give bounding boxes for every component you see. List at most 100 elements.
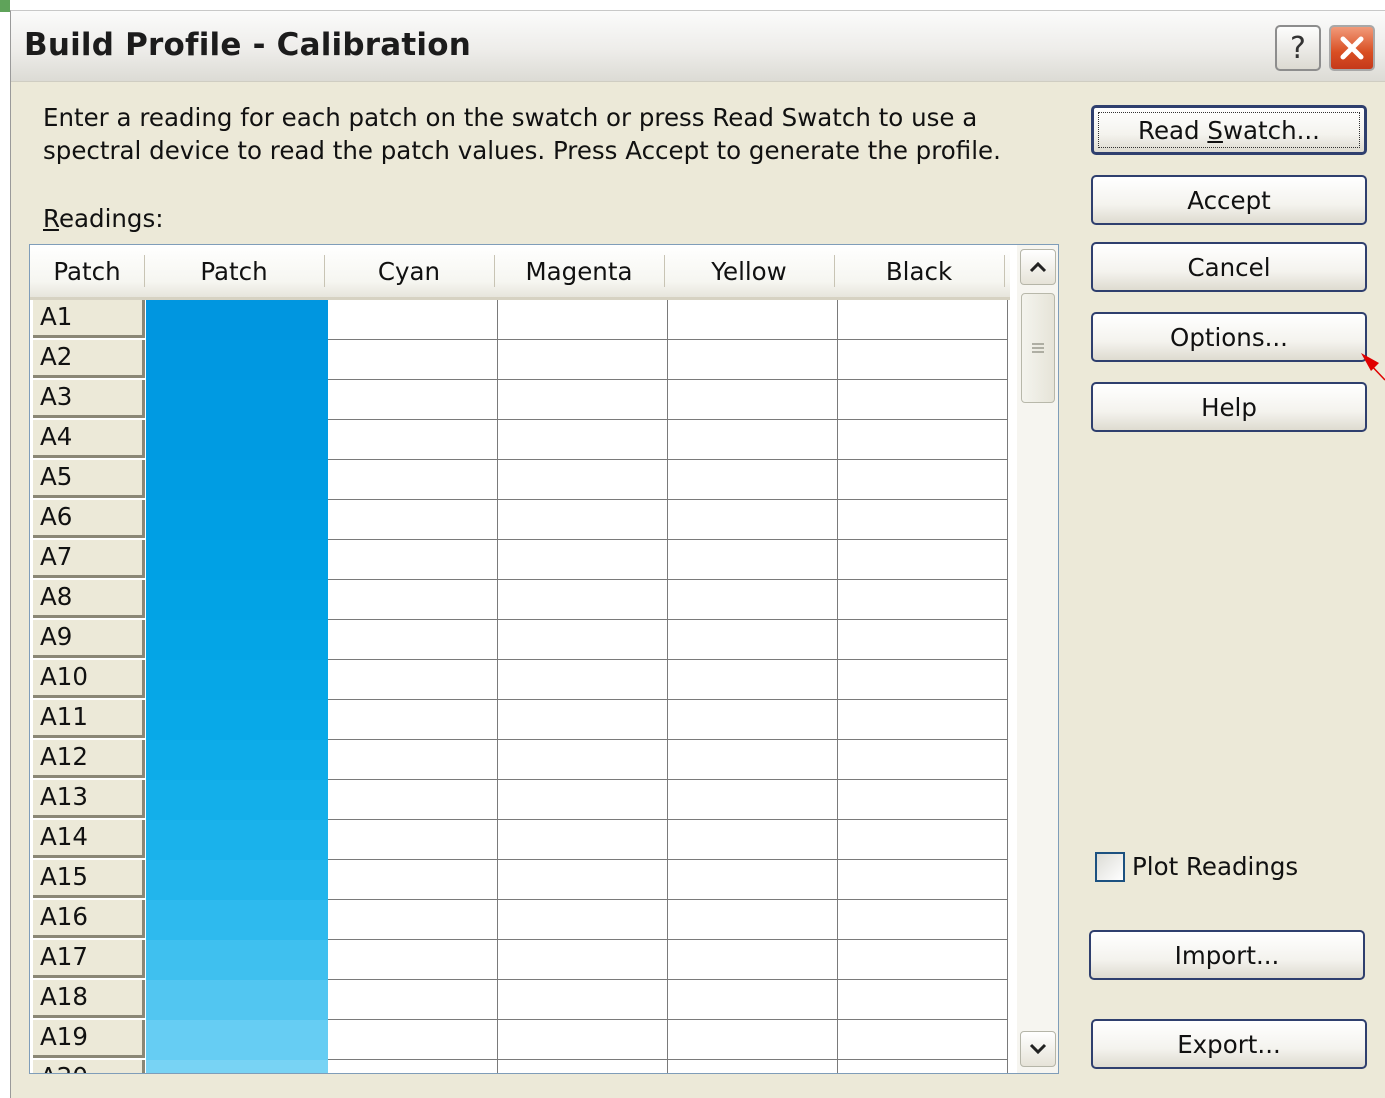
row-header[interactable]: A12 xyxy=(33,740,145,778)
row-header[interactable]: A13 xyxy=(33,780,145,818)
yellow-cell[interactable] xyxy=(668,380,838,420)
yellow-cell[interactable] xyxy=(668,620,838,660)
row-header[interactable]: A8 xyxy=(33,580,145,618)
magenta-cell[interactable] xyxy=(498,420,668,460)
cyan-cell[interactable] xyxy=(328,380,498,420)
black-cell[interactable] xyxy=(838,580,1008,620)
table-row[interactable]: A6 xyxy=(30,500,1010,540)
cyan-cell[interactable] xyxy=(328,820,498,860)
black-cell[interactable] xyxy=(838,620,1008,660)
row-header[interactable]: A3 xyxy=(33,380,145,418)
yellow-cell[interactable] xyxy=(668,340,838,380)
cyan-cell[interactable] xyxy=(328,700,498,740)
yellow-cell[interactable] xyxy=(668,1060,838,1073)
magenta-cell[interactable] xyxy=(498,380,668,420)
magenta-cell[interactable] xyxy=(498,860,668,900)
cyan-cell[interactable] xyxy=(328,980,498,1020)
black-cell[interactable] xyxy=(838,940,1008,980)
magenta-cell[interactable] xyxy=(498,500,668,540)
magenta-cell[interactable] xyxy=(498,580,668,620)
magenta-cell[interactable] xyxy=(498,780,668,820)
magenta-cell[interactable] xyxy=(498,940,668,980)
table-row[interactable]: A4 xyxy=(30,420,1010,460)
black-cell[interactable] xyxy=(838,860,1008,900)
read-swatch-button[interactable]: Read Swatch... xyxy=(1091,105,1367,155)
scroll-down-button[interactable] xyxy=(1020,1031,1056,1067)
black-cell[interactable] xyxy=(838,300,1008,340)
magenta-cell[interactable] xyxy=(498,460,668,500)
black-cell[interactable] xyxy=(838,380,1008,420)
table-row[interactable]: A14 xyxy=(30,820,1010,860)
cyan-cell[interactable] xyxy=(328,580,498,620)
row-header[interactable]: A18 xyxy=(33,980,145,1018)
row-header[interactable]: A14 xyxy=(33,820,145,858)
accept-button[interactable]: Accept xyxy=(1091,175,1367,225)
black-cell[interactable] xyxy=(838,740,1008,780)
table-row[interactable]: A5 xyxy=(30,460,1010,500)
table-row[interactable]: A9 xyxy=(30,620,1010,660)
row-header[interactable]: A15 xyxy=(33,860,145,898)
header-divider[interactable] xyxy=(1004,255,1005,287)
yellow-cell[interactable] xyxy=(668,980,838,1020)
help-question-button[interactable]: ? xyxy=(1275,25,1321,71)
readings-grid[interactable]: Patch Patch Cyan Magenta Yellow Black A1… xyxy=(29,244,1059,1074)
black-cell[interactable] xyxy=(838,1020,1008,1060)
yellow-cell[interactable] xyxy=(668,300,838,340)
black-cell[interactable] xyxy=(838,980,1008,1020)
row-header[interactable]: A6 xyxy=(33,500,145,538)
yellow-cell[interactable] xyxy=(668,540,838,580)
black-cell[interactable] xyxy=(838,540,1008,580)
black-cell[interactable] xyxy=(838,820,1008,860)
table-row[interactable]: A1 xyxy=(30,300,1010,340)
yellow-cell[interactable] xyxy=(668,420,838,460)
column-header-yellow[interactable]: Yellow xyxy=(664,245,834,297)
column-header-patch-swatch[interactable]: Patch xyxy=(144,245,324,297)
magenta-cell[interactable] xyxy=(498,820,668,860)
vertical-scrollbar[interactable] xyxy=(1017,245,1058,1073)
cyan-cell[interactable] xyxy=(328,300,498,340)
scroll-up-button[interactable] xyxy=(1020,249,1056,285)
yellow-cell[interactable] xyxy=(668,500,838,540)
table-row[interactable]: A17 xyxy=(30,940,1010,980)
black-cell[interactable] xyxy=(838,660,1008,700)
cyan-cell[interactable] xyxy=(328,740,498,780)
magenta-cell[interactable] xyxy=(498,1060,668,1073)
cancel-button[interactable]: Cancel xyxy=(1091,242,1367,292)
black-cell[interactable] xyxy=(838,700,1008,740)
column-header-magenta[interactable]: Magenta xyxy=(494,245,664,297)
table-row[interactable]: A18 xyxy=(30,980,1010,1020)
row-header[interactable]: A5 xyxy=(33,460,145,498)
magenta-cell[interactable] xyxy=(498,1020,668,1060)
row-header[interactable]: A11 xyxy=(33,700,145,738)
table-row[interactable]: A2 xyxy=(30,340,1010,380)
table-row[interactable]: A15 xyxy=(30,860,1010,900)
table-row[interactable]: A16 xyxy=(30,900,1010,940)
column-header-black[interactable]: Black xyxy=(834,245,1004,297)
table-row[interactable]: A3 xyxy=(30,380,1010,420)
yellow-cell[interactable] xyxy=(668,700,838,740)
cyan-cell[interactable] xyxy=(328,780,498,820)
cyan-cell[interactable] xyxy=(328,1060,498,1073)
row-header[interactable]: A2 xyxy=(33,340,145,378)
table-row[interactable]: A20 xyxy=(30,1060,1010,1073)
cyan-cell[interactable] xyxy=(328,620,498,660)
column-header-cyan[interactable]: Cyan xyxy=(324,245,494,297)
yellow-cell[interactable] xyxy=(668,580,838,620)
magenta-cell[interactable] xyxy=(498,980,668,1020)
black-cell[interactable] xyxy=(838,340,1008,380)
magenta-cell[interactable] xyxy=(498,340,668,380)
magenta-cell[interactable] xyxy=(498,540,668,580)
row-header[interactable]: A16 xyxy=(33,900,145,938)
yellow-cell[interactable] xyxy=(668,460,838,500)
magenta-cell[interactable] xyxy=(498,620,668,660)
cyan-cell[interactable] xyxy=(328,340,498,380)
magenta-cell[interactable] xyxy=(498,700,668,740)
row-header[interactable]: A1 xyxy=(33,300,145,338)
black-cell[interactable] xyxy=(838,1060,1008,1073)
black-cell[interactable] xyxy=(838,460,1008,500)
row-header[interactable]: A19 xyxy=(33,1020,145,1058)
magenta-cell[interactable] xyxy=(498,740,668,780)
table-row[interactable]: A19 xyxy=(30,1020,1010,1060)
plot-readings-label[interactable]: Plot Readings xyxy=(1132,852,1298,881)
yellow-cell[interactable] xyxy=(668,860,838,900)
